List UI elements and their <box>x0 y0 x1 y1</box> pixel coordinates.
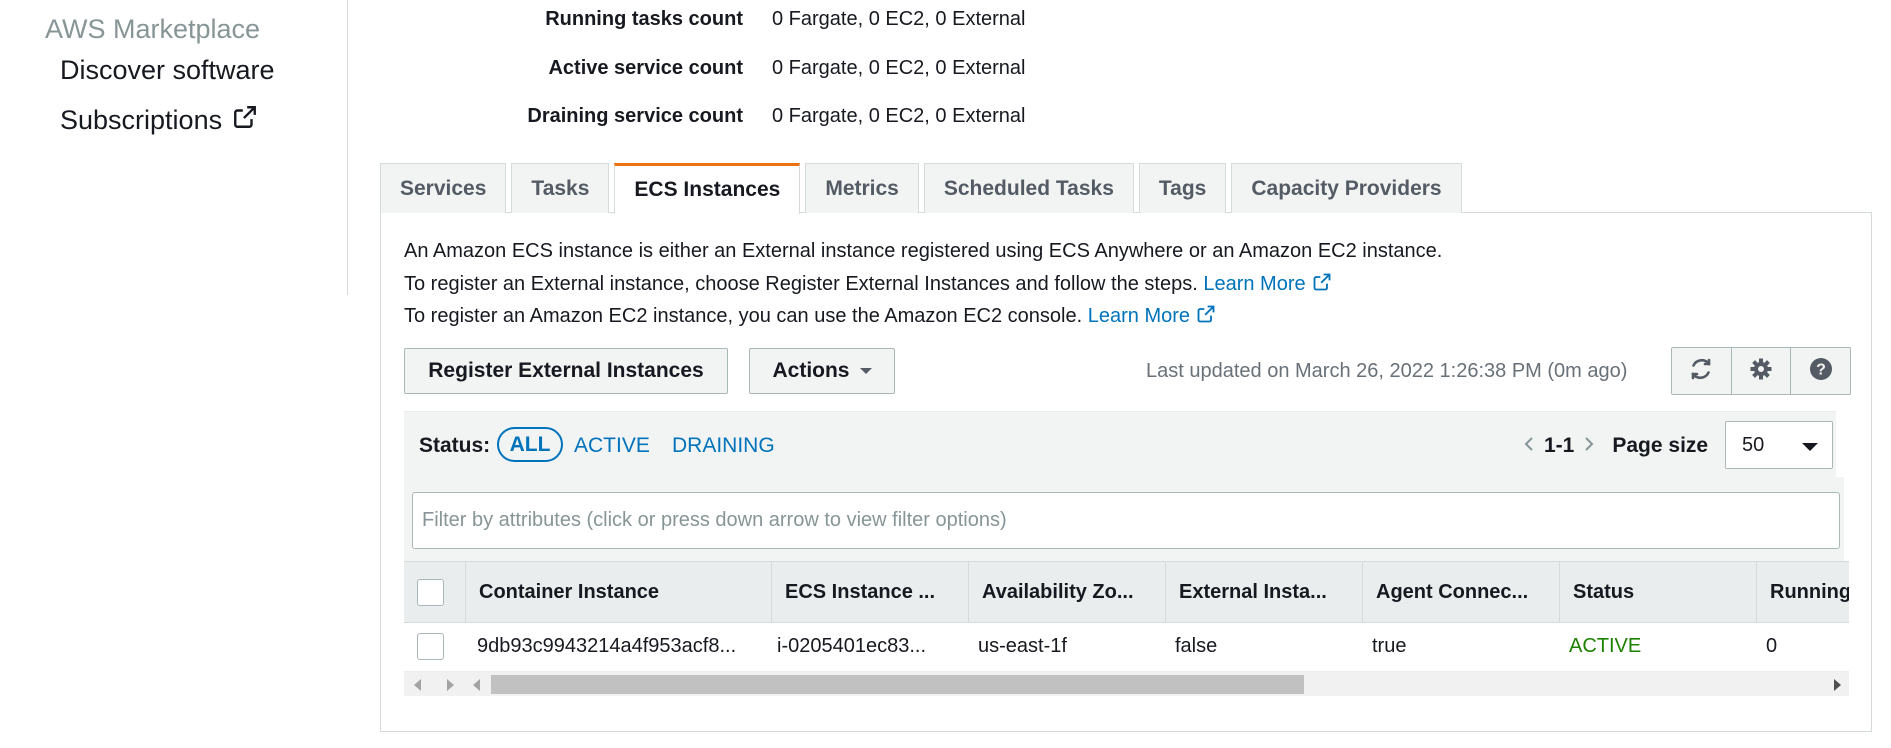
external-link-icon <box>232 104 258 137</box>
column-header[interactable]: ECS Instance ... <box>771 562 968 622</box>
scroll-left-icon[interactable] <box>414 679 421 691</box>
row-select-cell <box>404 623 465 669</box>
pagination: 1-1 Page size <box>1524 434 1708 458</box>
help-button[interactable]: ? <box>1791 348 1850 394</box>
sidebar-item-subscriptions[interactable]: Subscriptions <box>60 104 258 137</box>
availability-zone-cell: us-east-1f <box>978 634 1067 657</box>
description-text: To register an External instance, choose… <box>404 273 1198 295</box>
summary-label: Active service count <box>548 56 743 79</box>
page-range: 1-1 <box>1544 434 1575 457</box>
tab-services[interactable]: Services <box>380 163 507 213</box>
caret-down-icon <box>859 368 872 374</box>
summary-draining-service: Draining service count 0 Fargate, 0 EC2,… <box>380 101 1025 131</box>
summary-running-tasks: Running tasks count 0 Fargate, 0 EC2, 0 … <box>380 4 1025 34</box>
scroll-right-icon[interactable] <box>447 679 454 691</box>
learn-more-link[interactable]: Learn More <box>1203 273 1331 295</box>
column-header[interactable]: Availability Zo... <box>968 562 1165 622</box>
next-page-icon[interactable] <box>1584 434 1594 458</box>
sidebar-heading: AWS Marketplace <box>45 14 261 44</box>
row-checkbox[interactable] <box>417 632 444 660</box>
refresh-button[interactable] <box>1672 348 1732 394</box>
column-header[interactable]: External Insta... <box>1165 562 1362 622</box>
help-icon: ? <box>1809 357 1833 386</box>
description-line: To register an Amazon EC2 instance, you … <box>404 304 1216 330</box>
sidebar-item-discover-software[interactable]: Discover software <box>60 55 275 86</box>
column-header[interactable]: Container Instance <box>465 562 771 622</box>
description-line: To register an External instance, choose… <box>404 272 1332 298</box>
status-filter-label: Status: <box>419 434 491 457</box>
page-size-select[interactable]: 50 <box>1725 421 1833 469</box>
summary-value: 0 Fargate, 0 EC2, 0 External <box>772 104 1026 127</box>
tab-capacity-providers[interactable]: Capacity Providers <box>1231 163 1462 213</box>
settings-button[interactable] <box>1732 348 1792 394</box>
page-size-value: 50 <box>1742 433 1765 456</box>
scroll-left-icon[interactable] <box>473 679 480 691</box>
column-header[interactable]: Status <box>1559 562 1756 622</box>
status-filter-draining[interactable]: DRAINING <box>672 434 775 458</box>
status-filter-bar: Status: ALL ACTIVE DRAINING 1-1 Page siz… <box>404 411 1836 477</box>
summary-label: Running tasks count <box>545 7 743 30</box>
column-header[interactable]: Running <box>1756 562 1849 622</box>
svg-text:?: ? <box>1816 361 1826 378</box>
summary-label: Draining service count <box>527 104 743 127</box>
horizontal-scrollbar[interactable] <box>404 671 1849 696</box>
tab-bar: Services Tasks ECS Instances Metrics Sch… <box>380 163 1467 214</box>
page-size-label: Page size <box>1612 434 1709 457</box>
scroll-right-icon[interactable] <box>1834 679 1841 691</box>
agent-connected-cell: true <box>1372 634 1407 657</box>
scrollbar-thumb[interactable] <box>491 675 1304 694</box>
status-filter-all[interactable]: ALL <box>497 427 563 462</box>
gear-icon <box>1749 357 1773 386</box>
summary-value: 0 Fargate, 0 EC2, 0 External <box>772 56 1026 79</box>
filter-input[interactable] <box>412 492 1840 549</box>
external-link-icon <box>1312 272 1332 298</box>
tab-scheduled-tasks[interactable]: Scheduled Tasks <box>923 163 1134 213</box>
register-external-instances-button[interactable]: Register External Instances <box>404 348 728 394</box>
sidebar: AWS Marketplace Discover software Subscr… <box>0 0 348 295</box>
tab-tags[interactable]: Tags <box>1138 163 1227 213</box>
caret-down-icon <box>1802 443 1818 451</box>
table-header: Container Instance ECS Instance ... Avai… <box>404 561 1849 623</box>
description-line: An Amazon ECS instance is either an Exte… <box>404 240 1443 262</box>
container-instance-link[interactable]: 9db93c9943214a4f953acf8... <box>465 623 771 669</box>
learn-more-label: Learn More <box>1203 273 1306 295</box>
learn-more-link[interactable]: Learn More <box>1088 305 1216 327</box>
summary-value: 0 Fargate, 0 EC2, 0 External <box>772 7 1026 30</box>
filter-area <box>404 477 1844 561</box>
actions-dropdown-button[interactable]: Actions <box>749 348 895 394</box>
select-all-cell <box>404 562 465 622</box>
status-cell: ACTIVE <box>1569 634 1642 657</box>
toolbar-icon-group: ? <box>1671 347 1851 395</box>
tab-tasks[interactable]: Tasks <box>511 163 610 213</box>
ecs-instance-link[interactable]: i-0205401ec83... <box>771 623 968 669</box>
tab-ecs-instances[interactable]: ECS Instances <box>614 163 801 214</box>
external-link-icon <box>1196 304 1216 330</box>
prev-page-icon[interactable] <box>1524 434 1534 458</box>
last-updated-text: Last updated on March 26, 2022 1:26:38 P… <box>1146 360 1628 382</box>
sidebar-item-label: Subscriptions <box>60 105 223 135</box>
sidebar-item-label: Discover software <box>60 55 275 85</box>
running-tasks-cell: 0 <box>1766 634 1778 657</box>
learn-more-label: Learn More <box>1087 305 1191 327</box>
external-instance-cell: false <box>1175 634 1218 657</box>
actions-label: Actions <box>772 359 850 382</box>
select-all-checkbox[interactable] <box>417 578 444 606</box>
status-filter-active[interactable]: ACTIVE <box>574 434 650 458</box>
tab-metrics[interactable]: Metrics <box>805 163 919 213</box>
column-header[interactable]: Agent Connec... <box>1362 562 1559 622</box>
description-text: To register an Amazon EC2 instance, you … <box>404 305 1083 327</box>
refresh-icon <box>1689 357 1713 386</box>
summary-active-service: Active service count 0 Fargate, 0 EC2, 0… <box>380 53 1025 83</box>
table-row: 9db93c9943214a4f953acf8... i-0205401ec83… <box>404 623 1849 669</box>
